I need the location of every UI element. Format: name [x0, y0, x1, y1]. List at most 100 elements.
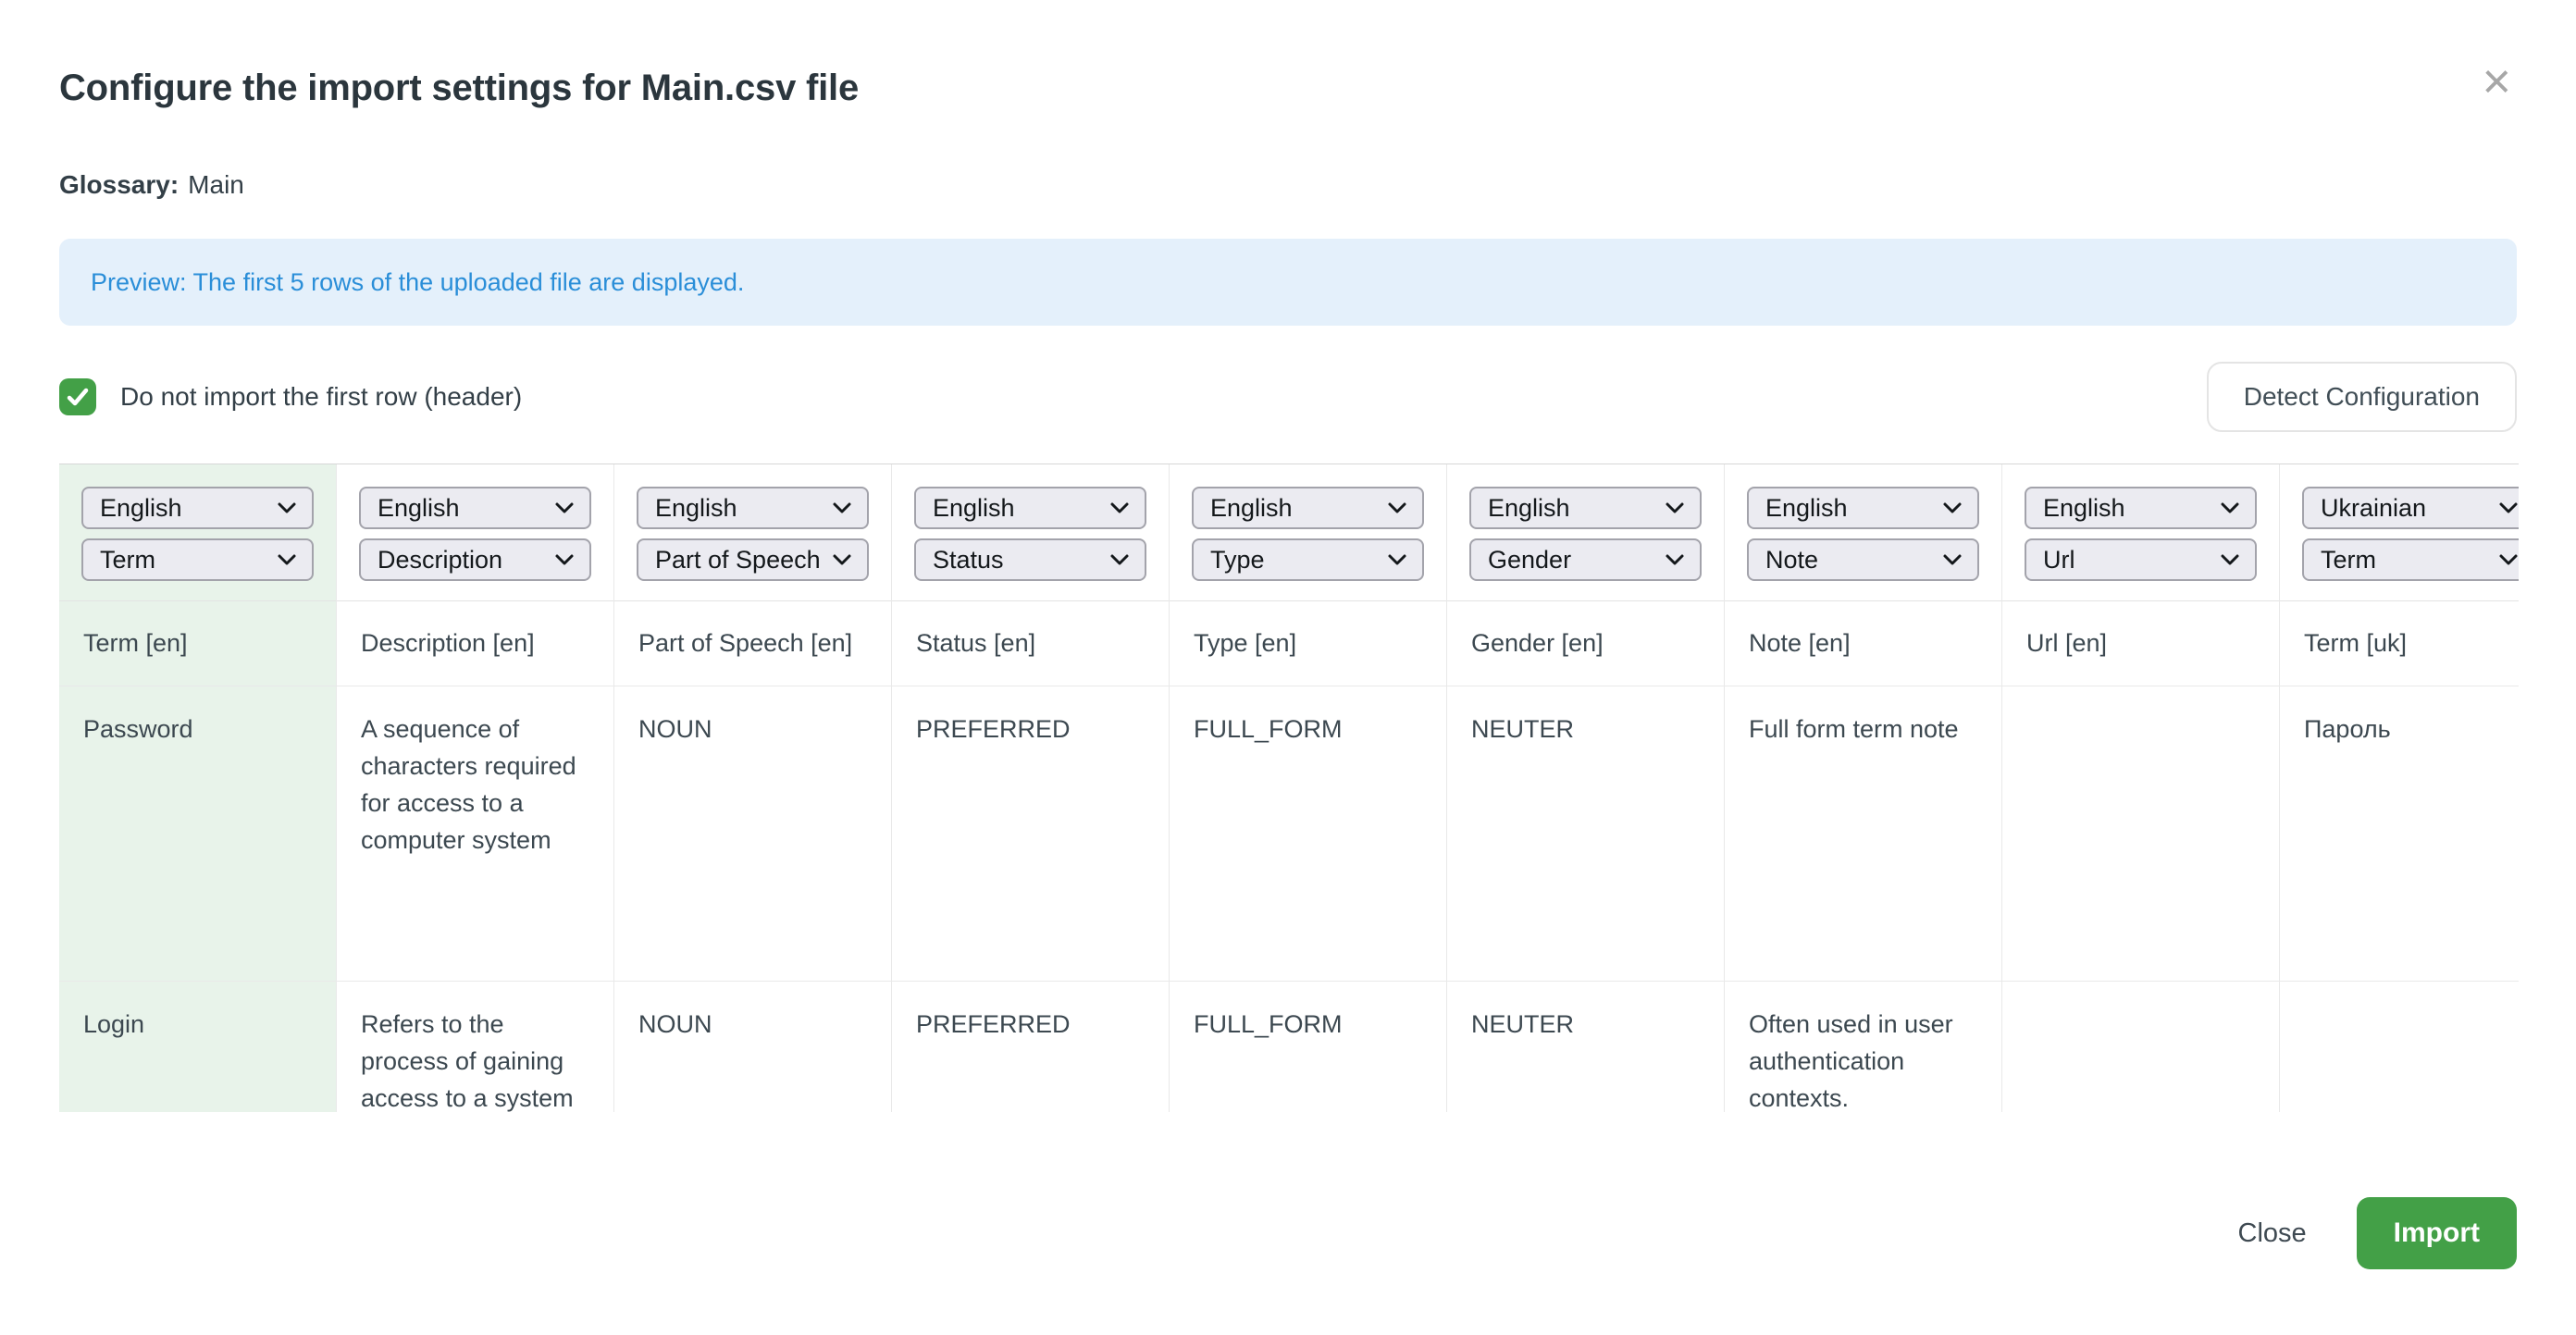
table-cell: Login [59, 982, 336, 1112]
table-column: Ukrainian Term Term [uk] Пароль [2280, 464, 2519, 1112]
skip-header-checkbox-label: Do not import the first row (header) [120, 382, 522, 412]
chevron-down-icon [1387, 501, 1407, 514]
field-type-select[interactable]: Part of Speech [637, 538, 869, 581]
glossary-line: Glossary: Main [59, 170, 2517, 200]
table-column: English Url Url [en] [2002, 464, 2280, 1112]
column-config-cell: English Gender [1447, 464, 1724, 601]
chevron-down-icon [832, 553, 852, 566]
chevron-down-icon [554, 501, 575, 514]
table-cell [2002, 982, 2279, 1112]
column-header-cell: Note [en] [1725, 601, 2001, 686]
chevron-down-icon [1109, 501, 1130, 514]
preview-notice-banner: Preview: The first 5 rows of the uploade… [59, 239, 2517, 326]
chevron-down-icon [1942, 501, 1963, 514]
table-column: English Status Status [en] PREFERRED PRE… [892, 464, 1170, 1112]
column-config-cell: Ukrainian Term [2280, 464, 2519, 601]
chevron-down-icon [277, 553, 297, 566]
table-cell: PREFERRED [892, 982, 1169, 1112]
table-cell: PREFERRED [892, 686, 1169, 982]
chevron-down-icon [554, 553, 575, 566]
language-select[interactable]: English [914, 487, 1146, 529]
field-type-select[interactable]: Term [81, 538, 314, 581]
column-header-cell: Part of Speech [en] [614, 601, 891, 686]
column-header-cell: Url [en] [2002, 601, 2279, 686]
table-cell: FULL_FORM [1170, 982, 1446, 1112]
column-config-cell: English Url [2002, 464, 2279, 601]
import-button[interactable]: Import [2357, 1197, 2517, 1269]
column-header-cell: Type [en] [1170, 601, 1446, 686]
table-cell [2280, 982, 2519, 1112]
skip-header-checkbox-row[interactable]: Do not import the first row (header) [59, 378, 522, 415]
field-type-select[interactable]: Type [1192, 538, 1424, 581]
chevron-down-icon [277, 501, 297, 514]
language-select[interactable]: English [2025, 487, 2257, 529]
field-type-select[interactable]: Status [914, 538, 1146, 581]
chevron-down-icon [1387, 553, 1407, 566]
field-type-select[interactable]: Description [359, 538, 591, 581]
column-header-cell: Description [en] [337, 601, 613, 686]
controls-row: Do not import the first row (header) Det… [59, 361, 2517, 433]
table-cell: NOUN [614, 982, 891, 1112]
table-column: English Term Term [en] Password Login [59, 464, 337, 1112]
table-column: English Type Type [en] FULL_FORM FULL_FO… [1170, 464, 1447, 1112]
chevron-down-icon [2220, 553, 2240, 566]
table-cell [2002, 686, 2279, 982]
close-icon[interactable]: × [2476, 61, 2517, 102]
table-cell: Often used in user authentication contex… [1725, 982, 2001, 1112]
column-header-cell: Term [uk] [2280, 601, 2519, 686]
glossary-label: Glossary: [59, 170, 179, 199]
table-column: English Description Description [en] A s… [337, 464, 614, 1112]
modal-header: Configure the import settings for Main.c… [59, 0, 2517, 111]
column-config-cell: English Status [892, 464, 1169, 601]
field-type-select[interactable]: Gender [1469, 538, 1702, 581]
column-header-cell: Status [en] [892, 601, 1169, 686]
chevron-down-icon [1942, 553, 1963, 566]
table-column: English Gender Gender [en] NEUTER NEUTER [1447, 464, 1725, 1112]
chevron-down-icon [832, 501, 852, 514]
column-config-cell: English Term [59, 464, 336, 601]
field-type-select[interactable]: Url [2025, 538, 2257, 581]
table-cell: NEUTER [1447, 686, 1724, 982]
table-cell: Password [59, 686, 336, 982]
table-cell: Refers to the process of gaining access … [337, 982, 613, 1112]
import-settings-modal: Configure the import settings for Main.c… [0, 0, 2576, 1335]
language-select[interactable]: English [1192, 487, 1424, 529]
column-config-cell: English Description [337, 464, 613, 601]
chevron-down-icon [2498, 553, 2519, 566]
language-select[interactable]: English [359, 487, 591, 529]
language-select[interactable]: English [1469, 487, 1702, 529]
table-cell: FULL_FORM [1170, 686, 1446, 982]
column-header-cell: Term [en] [59, 601, 336, 686]
detect-configuration-button[interactable]: Detect Configuration [2207, 362, 2517, 432]
checkbox-checked-icon[interactable] [59, 378, 96, 415]
column-config-cell: English Note [1725, 464, 2001, 601]
modal-title: Configure the import settings for Main.c… [59, 65, 859, 111]
checkmark-icon [64, 383, 92, 411]
chevron-down-icon [2498, 501, 2519, 514]
preview-table: English Term Term [en] Password Login En… [59, 464, 2519, 1112]
close-button[interactable]: Close [2238, 1218, 2307, 1249]
language-select[interactable]: Ukrainian [2302, 487, 2519, 529]
column-header-cell: Gender [en] [1447, 601, 1724, 686]
field-type-select[interactable]: Note [1747, 538, 1979, 581]
table-cell: A sequence of characters required for ac… [337, 686, 613, 982]
language-select[interactable]: English [81, 487, 314, 529]
preview-notice-text: Preview: The first 5 rows of the uploade… [91, 268, 744, 297]
chevron-down-icon [2220, 501, 2240, 514]
table-column: English Note Note [en] Full form term no… [1725, 464, 2002, 1112]
column-config-cell: English Part of Speech [614, 464, 891, 601]
table-column: English Part of Speech Part of Speech [e… [614, 464, 892, 1112]
table-cell: NEUTER [1447, 982, 1724, 1112]
field-type-select[interactable]: Term [2302, 538, 2519, 581]
language-select[interactable]: English [637, 487, 869, 529]
chevron-down-icon [1665, 553, 1685, 566]
chevron-down-icon [1109, 553, 1130, 566]
table-cell: Пароль [2280, 686, 2519, 982]
language-select[interactable]: English [1747, 487, 1979, 529]
modal-footer: Close Import [59, 1197, 2517, 1269]
table-cell: Full form term note [1725, 686, 2001, 982]
table-cell: NOUN [614, 686, 891, 982]
chevron-down-icon [1665, 501, 1685, 514]
column-config-cell: English Type [1170, 464, 1446, 601]
glossary-value: Main [188, 170, 244, 199]
